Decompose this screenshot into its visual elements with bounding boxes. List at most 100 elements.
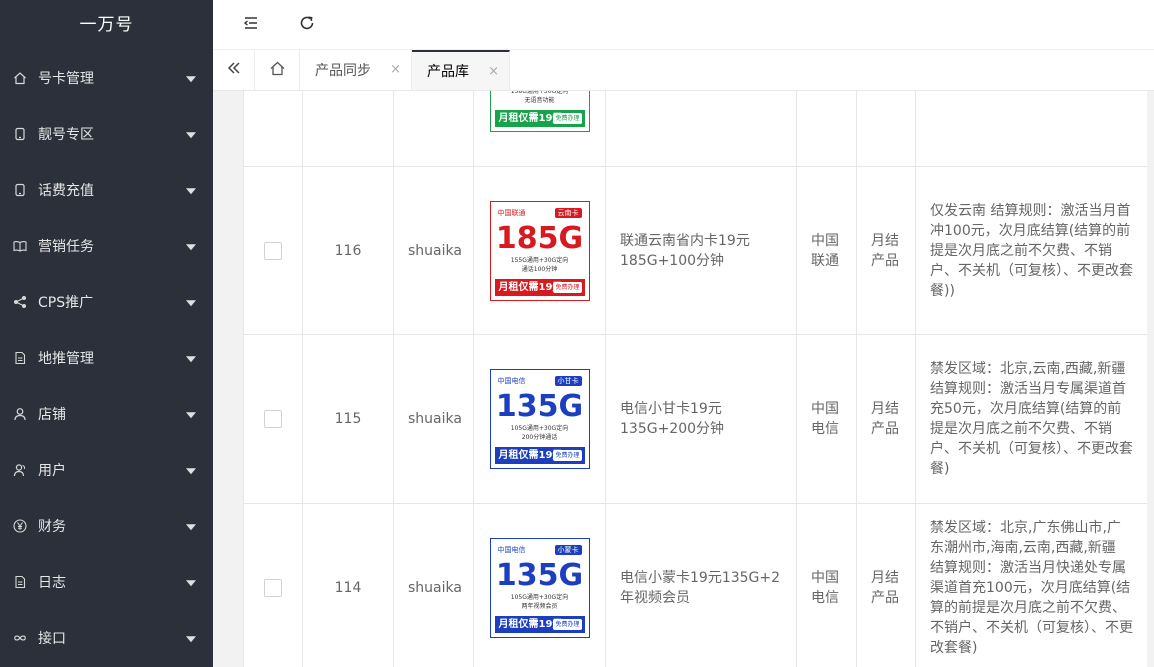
- close-icon[interactable]: ×: [488, 64, 499, 79]
- product-image[interactable]: 中国联通 云南卡 185G 155G通用+30G定向通话100分钟 官方发货 ·…: [489, 200, 590, 301]
- main-content: 85 shuaika 158G通用+30G定向无语音功能 官方发货 · 正品保障…: [213, 91, 1154, 667]
- product-image[interactable]: 158G通用+30G定向无语音功能 官方发货 · 正品保障 · 首月免费 月租仅…: [489, 91, 590, 132]
- top-header: [213, 0, 1154, 50]
- scrollbar-track[interactable]: [1147, 91, 1154, 667]
- sidebar-item-label: 号卡管理: [38, 71, 94, 87]
- card-subtitle: 155G通用+30G定向 通话100分钟: [510, 256, 569, 273]
- card-free-tag: 免费办理: [553, 619, 582, 630]
- chevron-down-icon: [186, 468, 196, 475]
- product-note: 仅发云南 结算规则：激活当月首冲100元，次月底结算(结算的前提是次月底之前不欠…: [915, 166, 1148, 335]
- sidebar-item-cps[interactable]: CPS推广: [0, 274, 213, 330]
- product-id: 116: [302, 166, 394, 335]
- product-card: 中国电信 小蒙卡 135G 105G通用+30G定向两年视频会员 官方发货 · …: [494, 543, 585, 633]
- sidebar-item-finance[interactable]: 财务: [0, 498, 213, 554]
- collapse-menu-button[interactable]: [238, 12, 264, 38]
- tab-home[interactable]: [255, 50, 300, 90]
- product-type: 月结产品: [856, 334, 916, 504]
- sidebar-item-users[interactable]: 用户: [0, 442, 213, 498]
- brand-title: 一万号: [79, 15, 134, 35]
- sidebar-item-ground-promotion[interactable]: 地推管理: [0, 330, 213, 386]
- row-checkbox-cell: [243, 503, 303, 667]
- product-table: 85 shuaika 158G通用+30G定向无语音功能 官方发货 · 正品保障…: [243, 91, 1148, 667]
- sidebar-item-recharge[interactable]: 话费充值: [0, 162, 213, 218]
- sidebar-item-label: CPS推广: [38, 295, 94, 311]
- tab-label: 产品库: [427, 64, 469, 80]
- tab-label: 产品同步: [315, 63, 371, 79]
- card-subtitle: 105G通用+30G定向 两年视频会员: [510, 594, 569, 610]
- chevron-down-icon: [186, 356, 196, 363]
- row-checkbox[interactable]: [264, 579, 282, 597]
- phone-icon: [13, 127, 27, 141]
- product-note: 月在网，状态正常，不更改套餐): [915, 91, 1148, 167]
- product-user: shuaika: [393, 91, 474, 167]
- product-image[interactable]: 中国电信 小甘卡 135G 105G通用+30G定向200分钟通话 官方发货 ·…: [489, 369, 590, 469]
- row-checkbox-cell: [243, 91, 303, 167]
- product-operator: 移动: [796, 91, 857, 167]
- sidebar-item-marketing-tasks[interactable]: 营销任务: [0, 218, 213, 274]
- product-image-cell: 158G通用+30G定向无语音功能 官方发货 · 正品保障 · 首月免费 月租仅…: [473, 91, 606, 167]
- product-type: 月结产品: [856, 166, 916, 335]
- card-subtitle: 105G通用+30G定向 200分钟通话: [510, 425, 569, 441]
- close-icon[interactable]: ×: [390, 62, 401, 77]
- home-icon: [269, 60, 286, 81]
- tab-scroll-left-button[interactable]: [213, 50, 255, 90]
- product-id: 85: [302, 91, 394, 167]
- sidebar-item-label: 靓号专区: [38, 127, 94, 143]
- row-checkbox[interactable]: [264, 241, 282, 260]
- product-type: 产品: [856, 91, 916, 167]
- product-user: shuaika: [393, 166, 474, 335]
- refresh-icon: [298, 14, 316, 36]
- sidebar-item-label: 店铺: [38, 407, 66, 423]
- card-free-tag: 免费办理: [553, 450, 582, 461]
- card-free-tag: 免费办理: [553, 112, 582, 124]
- sidebar-item-label: 用户: [38, 463, 66, 479]
- row-checkbox-cell: [243, 334, 303, 504]
- sidebar-item-api[interactable]: 接口: [0, 610, 213, 666]
- product-image[interactable]: 中国电信 小蒙卡 135G 105G通用+30G定向两年视频会员 官方发货 · …: [489, 538, 590, 638]
- sidebar: 一万号 号卡管理 靓号专区 话费充值 营销任务 CPS推广 地推管理 店铺 用户…: [0, 0, 213, 667]
- chevron-down-icon: [186, 188, 196, 195]
- tab-product-sync[interactable]: 产品同步 ×: [300, 50, 412, 90]
- card-price: 月租仅需19元 免费办理: [494, 109, 585, 127]
- card-free-tag: 免费办理: [553, 281, 582, 293]
- chevron-down-icon: [186, 244, 196, 251]
- table-row: 115 shuaika 中国电信 小甘卡 135G 105G通用+30G定向 20…: [243, 334, 1148, 504]
- row-checkbox[interactable]: [264, 410, 282, 428]
- share-icon: [13, 295, 27, 309]
- chevron-down-icon: [186, 580, 196, 587]
- product-image-cell: 中国电信 小甘卡 135G 105G通用+30G定向200分钟通话 官方发货 ·…: [473, 334, 606, 504]
- tab-product-library[interactable]: 产品库 ×: [412, 50, 510, 90]
- table-row: 85 shuaika 158G通用+30G定向无语音功能 官方发货 · 正品保障…: [243, 91, 1148, 167]
- sidebar-item-premium-numbers[interactable]: 靓号专区: [0, 106, 213, 162]
- product-note: 禁发区域：北京,云南,西藏,新疆 结算规则：激活当月专属渠道首充50元，次月底结…: [915, 334, 1148, 504]
- link-icon: [13, 631, 27, 645]
- card-data-amount: 185G: [495, 220, 584, 256]
- chevron-down-icon: [186, 412, 196, 419]
- users-icon: [13, 463, 27, 477]
- card-price: 月租仅需19元 免费办理: [494, 616, 585, 633]
- card-badge: 小甘卡: [554, 376, 582, 386]
- sidebar-item-label: 营销任务: [38, 239, 94, 255]
- sidebar-item-label: 话费充值: [38, 183, 94, 199]
- product-id: 114: [302, 503, 394, 667]
- sidebar-item-label: 财务: [38, 519, 66, 535]
- product-card: 中国联通 云南卡 185G 155G通用+30G定向通话100分钟 官方发货 ·…: [494, 205, 585, 296]
- sidebar-item-logs[interactable]: 日志: [0, 554, 213, 610]
- home-icon: [13, 71, 27, 85]
- product-note: 禁发区域：北京,广东佛山市,广东潮州市,海南,云南,西藏,新疆 结算规则：激活当…: [915, 503, 1148, 667]
- sidebar-item-card-management[interactable]: 号卡管理: [0, 50, 213, 106]
- sidebar-item-store[interactable]: 店铺: [0, 386, 213, 442]
- card-price: 月租仅需19元 免费办理: [494, 278, 585, 296]
- product-operator: 中国联通: [796, 166, 857, 335]
- menu-fold-icon: [242, 14, 260, 36]
- chevron-down-icon: [186, 524, 196, 531]
- card-data-amount: 135G: [495, 389, 584, 424]
- double-chevron-left-icon: [226, 60, 242, 80]
- product-id: 115: [302, 334, 394, 504]
- document-icon: [13, 575, 27, 589]
- product-name: 电信小甘卡19元135G+200分钟: [605, 334, 797, 504]
- refresh-button[interactable]: [294, 12, 320, 38]
- product-card: 158G通用+30G定向无语音功能 官方发货 · 正品保障 · 首月免费 月租仅…: [494, 91, 585, 127]
- product-user: shuaika: [393, 503, 474, 667]
- chevron-down-icon: [186, 636, 196, 643]
